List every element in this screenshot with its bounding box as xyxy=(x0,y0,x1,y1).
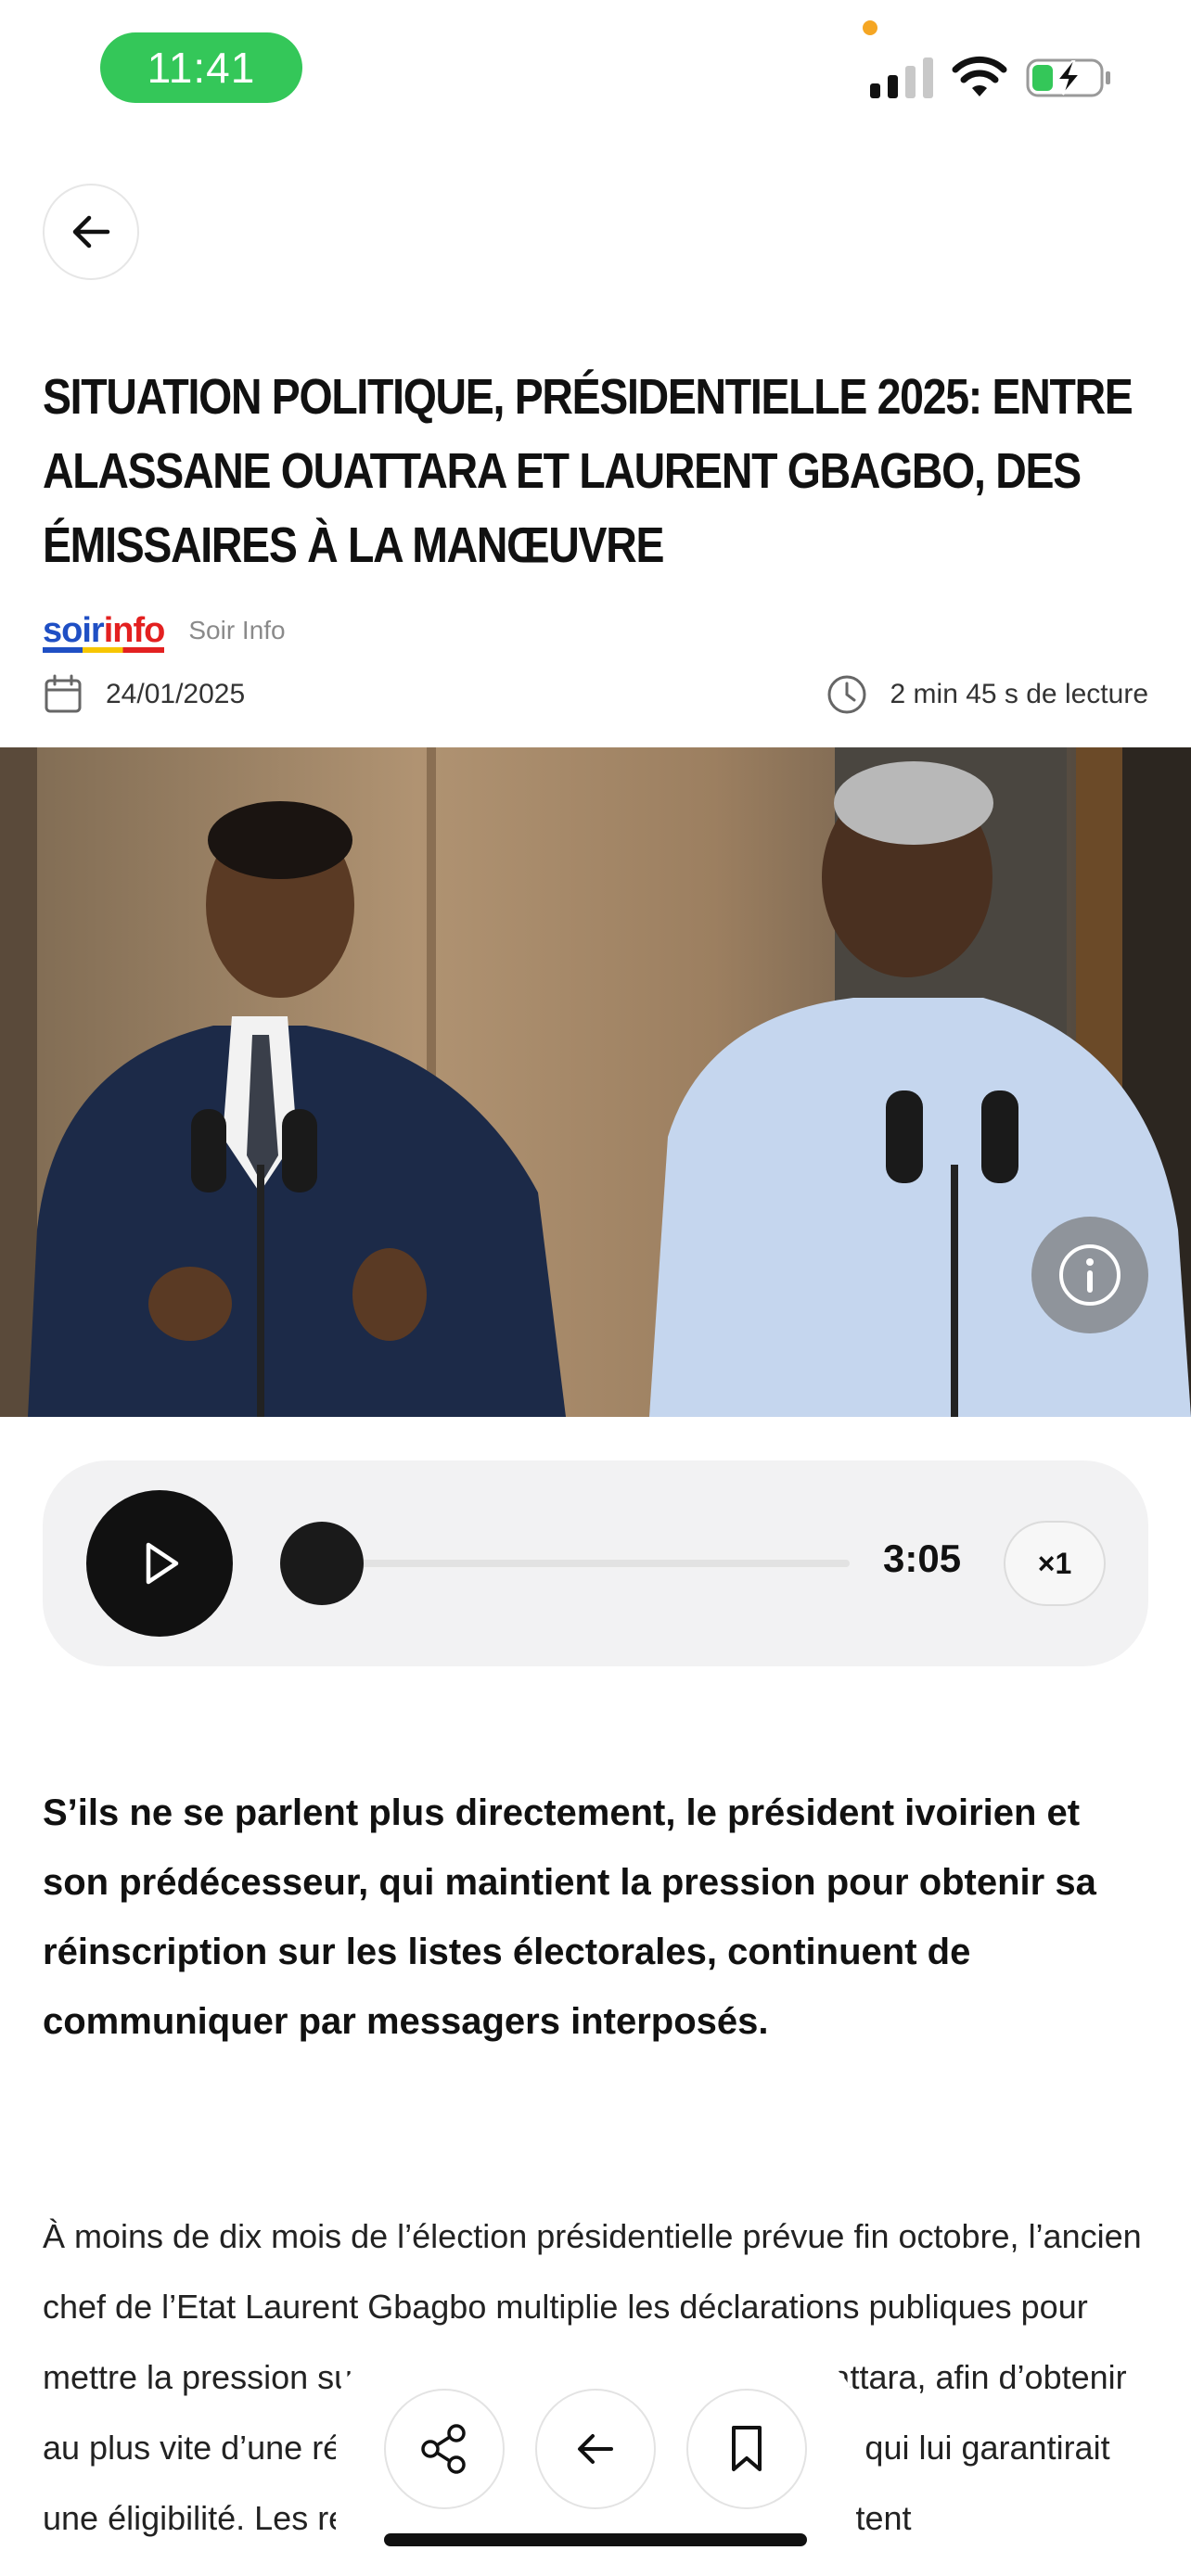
home-indicator[interactable] xyxy=(384,2533,807,2546)
article-date: 24/01/2025 xyxy=(43,670,245,720)
play-icon xyxy=(146,1542,179,1585)
bookmark-button[interactable] xyxy=(686,2389,807,2509)
share-icon xyxy=(421,2424,466,2474)
calendar-icon xyxy=(45,674,82,713)
status-time: 11:41 xyxy=(100,32,302,103)
cellular-signal-icon xyxy=(870,57,933,98)
photo-info-button[interactable] xyxy=(1031,1217,1148,1333)
article-title: SITUATION POLITIQUE, PRÉSIDENTIELLE 2025… xyxy=(43,369,1133,573)
arrow-left-icon xyxy=(72,215,110,249)
arrow-left-icon xyxy=(578,2434,613,2464)
share-button[interactable] xyxy=(384,2389,505,2509)
back-button[interactable] xyxy=(43,184,139,280)
source-logo: soirinfo xyxy=(43,610,166,653)
clock-icon xyxy=(827,675,866,714)
source-logo-part1: soir xyxy=(43,610,105,650)
source-name: Soir Info xyxy=(188,616,286,644)
wifi-icon xyxy=(952,56,1007,96)
play-button[interactable] xyxy=(86,1490,233,1637)
reading-time: 2 min 45 s de lecture xyxy=(826,670,1148,720)
audio-duration: 3:05 xyxy=(883,1537,962,1580)
article-lead: S’ils ne se parlent plus directement, le… xyxy=(43,1792,1096,2042)
status-bar: 11:41 xyxy=(0,0,1191,139)
reading-time-text: 2 min 45 s de lecture xyxy=(890,679,1148,709)
date-text: 24/01/2025 xyxy=(106,679,246,709)
previous-button[interactable] xyxy=(535,2389,656,2509)
info-icon xyxy=(1059,1244,1121,1306)
photo-illustration xyxy=(0,747,1191,1417)
source-logo-part2: info xyxy=(103,610,166,650)
bookmark-icon xyxy=(732,2426,762,2471)
battery-charging-icon xyxy=(1026,58,1110,97)
article-photo[interactable] xyxy=(0,747,1191,1417)
article-source[interactable]: soirinfo Soir Info xyxy=(43,607,286,654)
audio-player: 3:05 ×1 xyxy=(43,1460,1148,1666)
progress-track[interactable] xyxy=(321,1560,850,1567)
progress-knob[interactable] xyxy=(280,1522,364,1605)
playback-speed-button[interactable]: ×1 xyxy=(1004,1521,1106,1606)
privacy-indicator-dot xyxy=(863,20,877,35)
